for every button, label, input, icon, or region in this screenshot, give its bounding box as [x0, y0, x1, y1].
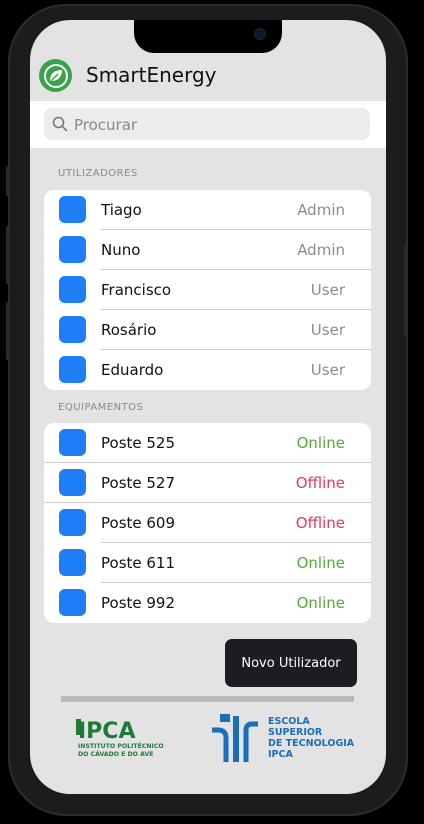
footer-divider	[61, 696, 354, 702]
search-icon	[52, 116, 68, 132]
user-avatar-icon	[59, 316, 86, 343]
search-input[interactable]	[72, 108, 366, 142]
user-row-rosario[interactable]: Rosário User	[44, 310, 371, 350]
equipment-name: Poste 611	[101, 554, 176, 572]
equipment-icon	[59, 469, 86, 496]
user-role: Admin	[297, 201, 345, 219]
est-line-4: IPCA	[268, 749, 293, 760]
user-row-tiago[interactable]: Tiago Admin	[44, 190, 371, 230]
side-button-mute	[6, 166, 10, 196]
ipca-logo-text: IPCA	[78, 719, 135, 744]
user-avatar-icon	[59, 236, 86, 263]
side-button-volume-down	[6, 302, 10, 360]
user-name: Francisco	[101, 281, 172, 299]
user-avatar-icon	[59, 196, 86, 223]
equipment-list: Poste 525 Online Poste 527 Offline Poste…	[44, 423, 371, 623]
ipca-logo: IPCA INSTITUTO POLITÉCNICO DO CÁVADO E D…	[76, 719, 164, 758]
leaf-logo-icon	[39, 59, 72, 92]
equipment-name: Poste 992	[101, 594, 176, 612]
est-line-2: SUPERIOR	[268, 727, 323, 738]
equipment-row-poste-611[interactable]: Poste 611 Online	[44, 543, 371, 583]
equipment-row-poste-992[interactable]: Poste 992 Online	[44, 583, 371, 623]
ipca-subtitle-2: DO CÁVADO E DO AVE	[78, 749, 153, 758]
user-avatar-icon	[59, 276, 86, 303]
equipment-status: Offline	[295, 514, 345, 532]
user-role: Admin	[297, 241, 345, 259]
notch	[134, 20, 282, 53]
app-header: SmartEnergy	[30, 53, 386, 101]
equipment-icon	[59, 589, 86, 616]
equipment-status: Offline	[295, 474, 345, 492]
equipment-status: Online	[296, 554, 345, 572]
new-user-button[interactable]: Novo Utilizador	[225, 639, 357, 687]
equipment-section-title: EQUIPAMENTOS	[58, 402, 144, 413]
user-role: User	[310, 281, 345, 299]
equipment-icon	[59, 429, 86, 456]
user-role: User	[310, 321, 345, 339]
camera-icon	[254, 28, 266, 40]
app-screen: SmartEnergy UTILIZADORES Tiago Admin Nun…	[30, 20, 386, 794]
user-name: Eduardo	[101, 361, 164, 379]
search-bar	[30, 101, 386, 148]
est-line-3: DE TECNOLOGIA	[268, 738, 355, 749]
user-row-francisco[interactable]: Francisco User	[44, 270, 371, 310]
user-row-eduardo[interactable]: Eduardo User	[44, 350, 371, 390]
ipca-subtitle-1: INSTITUTO POLITÉCNICO	[78, 741, 164, 750]
equipment-name: Poste 527	[101, 474, 176, 492]
equipment-name: Poste 609	[101, 514, 176, 532]
equipment-icon	[59, 549, 86, 576]
users-section-title: UTILIZADORES	[58, 168, 138, 179]
equipment-row-poste-609[interactable]: Poste 609 Offline	[44, 503, 371, 543]
user-name: Tiago	[101, 201, 142, 219]
equipment-row-poste-525[interactable]: Poste 525 Online	[44, 423, 371, 463]
user-avatar-icon	[59, 356, 86, 383]
equipment-status: Online	[296, 434, 345, 452]
equipment-row-poste-527[interactable]: Poste 527 Offline	[44, 463, 371, 503]
side-button-power	[404, 245, 408, 335]
est-ipca-logo: ESCOLA SUPERIOR DE TECNOLOGIA IPCA	[212, 714, 355, 762]
users-list: Tiago Admin Nuno Admin Francisco User Ro…	[44, 190, 371, 390]
user-name: Rosário	[101, 321, 157, 339]
est-line-1: ESCOLA	[268, 716, 310, 727]
equipment-status: Online	[296, 594, 345, 612]
user-role: User	[310, 361, 345, 379]
equipment-name: Poste 525	[101, 434, 176, 452]
user-row-nuno[interactable]: Nuno Admin	[44, 230, 371, 270]
equipment-icon	[59, 509, 86, 536]
user-name: Nuno	[101, 241, 141, 259]
side-button-volume-up	[6, 226, 10, 284]
search-field[interactable]	[44, 108, 370, 142]
app-title: SmartEnergy	[86, 63, 217, 87]
